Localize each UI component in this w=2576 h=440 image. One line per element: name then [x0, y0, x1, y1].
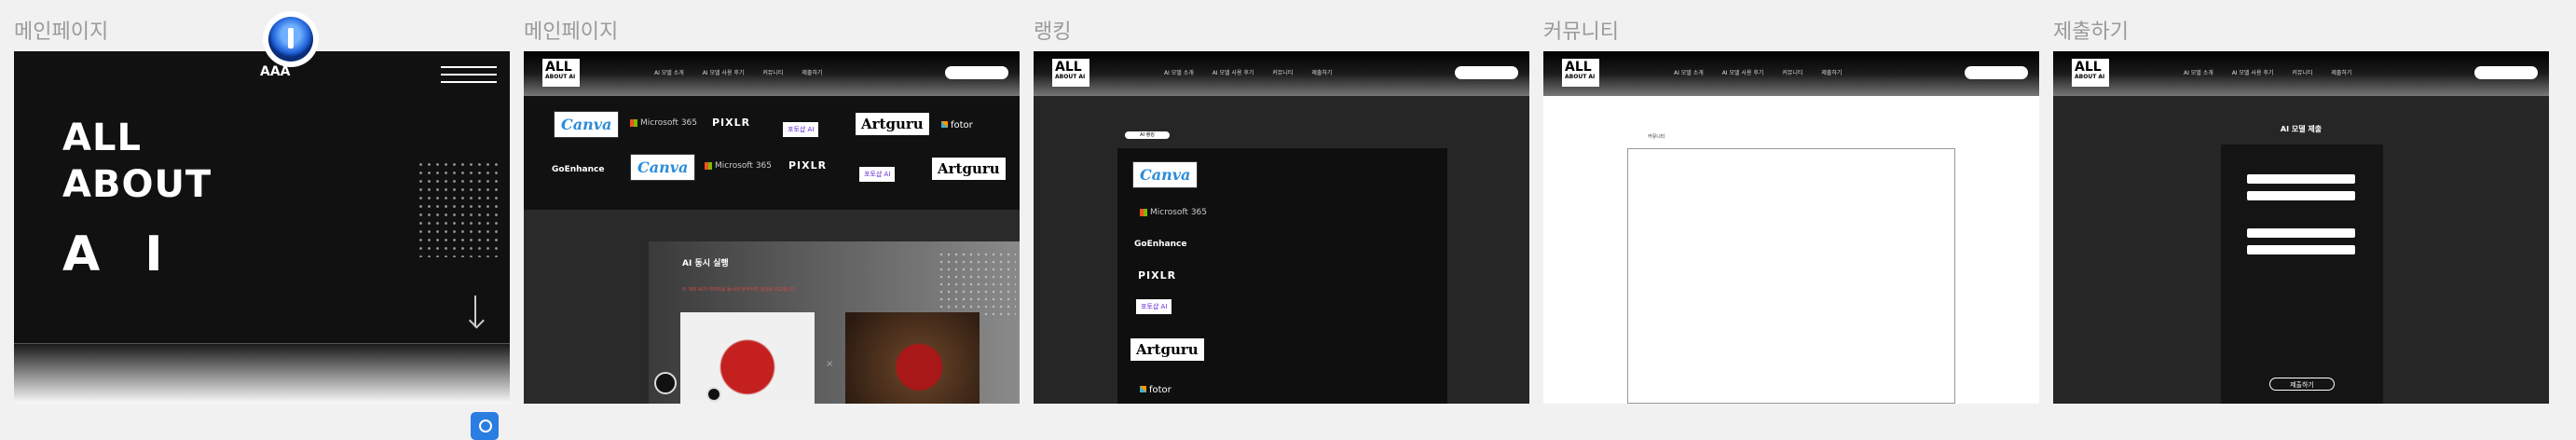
logo-goenhance[interactable]: GoEnhance: [552, 165, 604, 174]
artboard-main-page: 메인페이지 ALL ABOUT AI AI 모델 소개 AI 모델 사용 후기 커…: [524, 0, 1020, 425]
ranking-item-microsoft[interactable]: Microsoft 365: [1140, 208, 1207, 217]
site-header: ALL ABOUT AI AI 모델 소개 AI 모델 사용 후기 커뮤니티 제출…: [2053, 51, 2549, 96]
ranking-item-canva[interactable]: Canva: [1132, 161, 1199, 188]
hamburger-menu-icon[interactable]: [441, 66, 497, 83]
nav-item[interactable]: AI 모델 소개: [654, 70, 684, 76]
nav-item[interactable]: AI 모델 소개: [1164, 70, 1194, 76]
site-logo[interactable]: ALL ABOUT AI: [542, 59, 580, 87]
ranking-item-small-ai[interactable]: 포토샵 AI: [1136, 299, 1172, 314]
nav-item[interactable]: 커뮤니티: [1782, 70, 1802, 76]
submit-button[interactable]: 제출하기: [2269, 378, 2335, 391]
nav-item[interactable]: 제출하기: [1311, 70, 1332, 76]
scroll-down-arrow-icon[interactable]: [474, 296, 476, 327]
card-subtitle: 두 개의 AI가 이미지를 동시에 분석하여 결과를 비교합니다: [682, 287, 796, 293]
logo-microsoft[interactable]: Microsoft 365: [630, 118, 697, 128]
artboard-title: 메인페이지: [14, 21, 109, 44]
community-page-mockup: ALL ABOUT AI AI 모델 소개 AI 모델 사용 후기 커뮤니티 제출…: [1543, 51, 2039, 404]
nav-menu: AI 모델 소개 AI 모델 사용 후기 커뮤니티 제출하기: [2184, 68, 2368, 76]
nav-item[interactable]: AI 모델 소개: [2184, 70, 2213, 76]
site-header: ALL ABOUT AI AI 모델 소개 AI 모델 사용 후기 커뮤니티 제출…: [1543, 51, 2039, 96]
hero-section: AAA ALL ABOUT AI: [14, 51, 510, 404]
ai-logo-strip: Canva Microsoft 365 PIXLR 포토샵 AI Artguru…: [524, 96, 1020, 210]
artboard-submit: 제출하기 ALL ABOUT AI AI 모델 소개 AI 모델 사용 후기 커뮤…: [2053, 0, 2549, 425]
avatar[interactable]: [263, 11, 319, 67]
play-icon[interactable]: [706, 387, 721, 402]
header-login-button[interactable]: [2474, 66, 2538, 79]
header-login-button[interactable]: [945, 66, 1008, 79]
apple-image-right: [845, 312, 980, 404]
nav-item[interactable]: 커뮤니티: [762, 70, 783, 76]
nav-item[interactable]: AI 모델 사용 후기: [703, 70, 745, 76]
card-title: AI 동시 실행: [682, 259, 729, 268]
logo-small-ai[interactable]: 포토샵 AI: [783, 122, 819, 137]
nav-item[interactable]: 커뮤니티: [2292, 70, 2312, 76]
header-login-button[interactable]: [1965, 66, 2028, 79]
logo-canva[interactable]: Canva: [630, 154, 696, 181]
ranking-item-fotor[interactable]: fotor: [1140, 385, 1172, 395]
nav-item[interactable]: AI 모델 사용 후기: [1722, 70, 1764, 76]
logo-artguru[interactable]: Artguru: [856, 113, 929, 135]
nav-menu: AI 모델 소개 AI 모델 사용 후기 커뮤니티 제출하기: [1164, 68, 1349, 76]
dot-grid-decoration: [938, 251, 1016, 316]
site-header: ALL ABOUT AI AI 모델 소개 AI 모델 사용 후기 커뮤니티 제출…: [1034, 51, 1529, 96]
ranking-page-mockup: ALL ABOUT AI AI 모델 소개 AI 모델 사용 후기 커뮤니티 제출…: [1034, 51, 1529, 404]
logo-artguru[interactable]: Artguru: [932, 158, 1006, 180]
nav-item[interactable]: 커뮤니티: [1272, 70, 1293, 76]
ranking-item-artguru[interactable]: Artguru: [1130, 338, 1204, 361]
artboard-title: 커뮤니티: [1543, 21, 1619, 44]
header-login-button[interactable]: [1455, 66, 1518, 79]
ranking-label-pill: AI 랭킹: [1125, 131, 1170, 139]
dot-grid-decoration: [417, 160, 499, 257]
logo-small-ai[interactable]: 포토샵 AI: [859, 167, 896, 182]
form-field[interactable]: [2247, 174, 2355, 184]
nav-item[interactable]: AI 모델 소개: [1674, 70, 1704, 76]
site-header: ALL ABOUT AI AI 모델 소개 AI 모델 사용 후기 커뮤니티 제출…: [524, 51, 1020, 96]
form-field[interactable]: [2247, 245, 2355, 254]
submit-title: AI 모델 제출: [2280, 125, 2323, 133]
artboard-title: 랭킹: [1034, 21, 1072, 44]
submit-form: 제출하기: [2221, 144, 2383, 404]
hero-line-ai: AI: [62, 227, 208, 282]
nav-item[interactable]: 제출하기: [2331, 70, 2351, 76]
gradient-fade: [14, 344, 510, 404]
hero-line-all: ALL: [62, 117, 142, 159]
form-field[interactable]: [2247, 191, 2355, 200]
site-logo[interactable]: ALL ABOUT AI: [2072, 59, 2109, 87]
logo-microsoft[interactable]: Microsoft 365: [705, 161, 772, 171]
nav-menu: AI 모델 소개 AI 모델 사용 후기 커뮤니티 제출하기: [654, 68, 839, 76]
compare-icon: ×: [826, 359, 834, 369]
submit-page-mockup: ALL ABOUT AI AI 모델 소개 AI 모델 사용 후기 커뮤니티 제출…: [2053, 51, 2549, 404]
main-page-mockup: ALL ABOUT AI AI 모델 소개 AI 모델 사용 후기 커뮤니티 제출…: [524, 51, 1020, 404]
form-field[interactable]: [2247, 228, 2355, 238]
logo-canva[interactable]: Canva: [554, 111, 620, 138]
apple-image-left: [680, 312, 815, 404]
nav-item[interactable]: 제출하기: [1821, 70, 1842, 76]
artboard-main-hero: 메인페이지 AAA ALL ABOUT AI: [14, 0, 510, 425]
nav-item[interactable]: AI 모델 사용 후기: [2232, 70, 2274, 76]
ranking-item-goenhance[interactable]: GoEnhance: [1134, 240, 1186, 249]
nav-item[interactable]: 제출하기: [802, 70, 822, 76]
artboard-ranking: 랭킹 ALL ABOUT AI AI 모델 소개 AI 모델 사용 후기 커뮤니티…: [1034, 0, 1529, 425]
ai-compare-card: AI 동시 실행 두 개의 AI가 이미지를 동시에 분석하여 결과를 비교합니…: [649, 241, 1020, 404]
artboard-title: 제출하기: [2053, 21, 2129, 44]
logo-pixlr[interactable]: PIXLR: [712, 117, 750, 129]
site-logo[interactable]: ALL ABOUT AI: [1562, 59, 1599, 87]
ranking-item-pixlr[interactable]: PIXLR: [1138, 269, 1176, 282]
site-logo[interactable]: ALL ABOUT AI: [1052, 59, 1089, 87]
artboard-community: 커뮤니티 ALL ABOUT AI AI 모델 소개 AI 모델 사용 후기 커뮤…: [1543, 0, 2039, 425]
nav-item[interactable]: AI 모델 사용 후기: [1213, 70, 1254, 76]
artboard-title: 메인페이지: [524, 21, 619, 44]
ranking-list: Canva Microsoft 365 GoEnhance PIXLR 포토샵 …: [1117, 148, 1447, 404]
settings-icon[interactable]: [654, 372, 677, 394]
nav-menu: AI 모델 소개 AI 모델 사용 후기 커뮤니티 제출하기: [1674, 68, 1858, 76]
community-label: 커뮤니티: [1648, 134, 1665, 140]
hero-line-about: ABOUT: [62, 163, 212, 206]
logo-pixlr[interactable]: PIXLR: [788, 159, 827, 172]
community-board[interactable]: [1627, 148, 1955, 404]
search-icon[interactable]: [471, 412, 499, 440]
logo-fotor[interactable]: fotor: [941, 120, 973, 131]
